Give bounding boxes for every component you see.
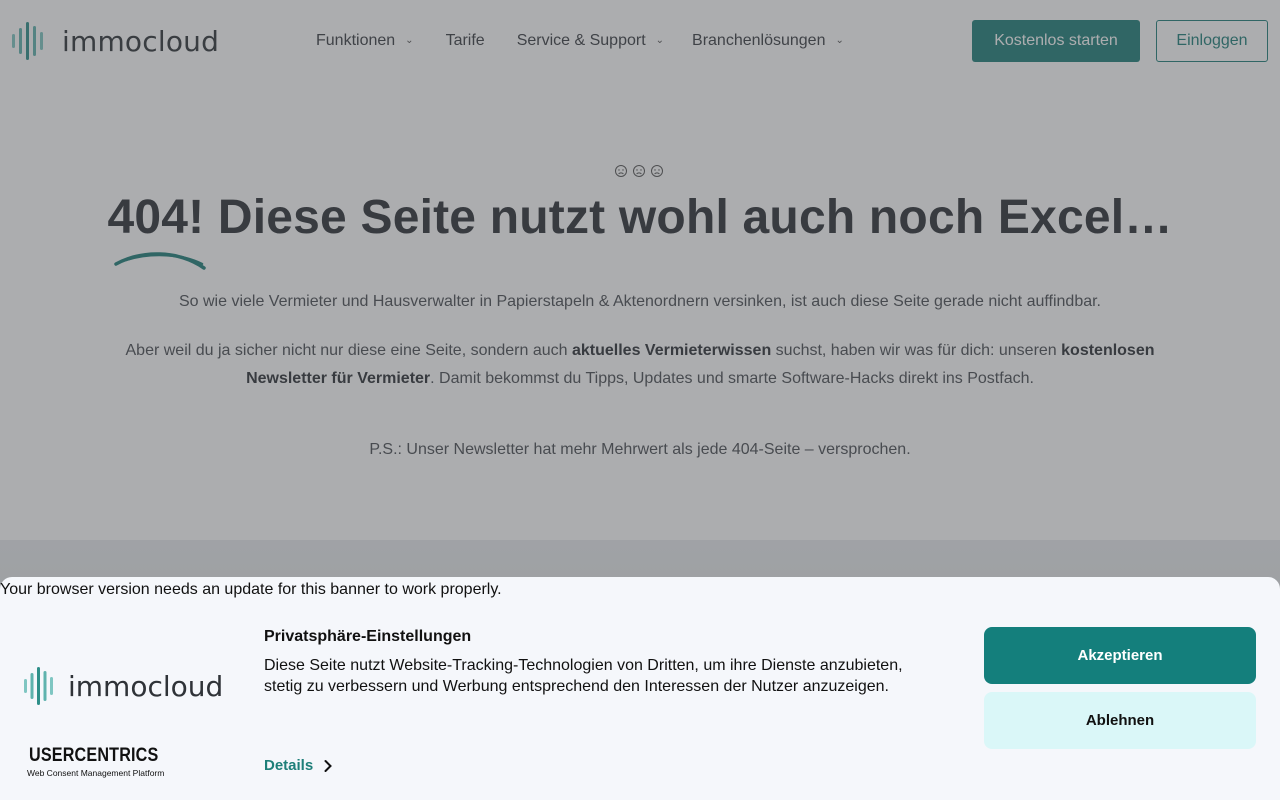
details-label: Details <box>264 757 314 774</box>
consent-title: Privatsphäre-Einstellungen <box>264 628 472 645</box>
logo-wordmark: immocloud <box>68 669 224 703</box>
consent-banner: Your browser version needs an update for… <box>0 577 1280 800</box>
chevron-right-icon <box>324 759 333 772</box>
browser-warning: Your browser version needs an update for… <box>0 581 502 598</box>
deny-button[interactable]: Ablehnen <box>984 692 1256 749</box>
provider-name: USERCENTRICS <box>29 745 159 766</box>
consent-text: Diese Seite nutzt Website-Tracking-Techn… <box>264 657 903 695</box>
usercentrics-logo: USERCENTRICS Web Consent Management Plat… <box>26 745 166 778</box>
accept-button[interactable]: Akzeptieren <box>984 627 1256 684</box>
logo-bars-icon <box>24 667 53 705</box>
banner-logo: immocloud <box>24 667 223 705</box>
provider-subtitle: Web Consent Management Platform <box>27 768 165 778</box>
details-link[interactable]: Details <box>264 757 333 774</box>
